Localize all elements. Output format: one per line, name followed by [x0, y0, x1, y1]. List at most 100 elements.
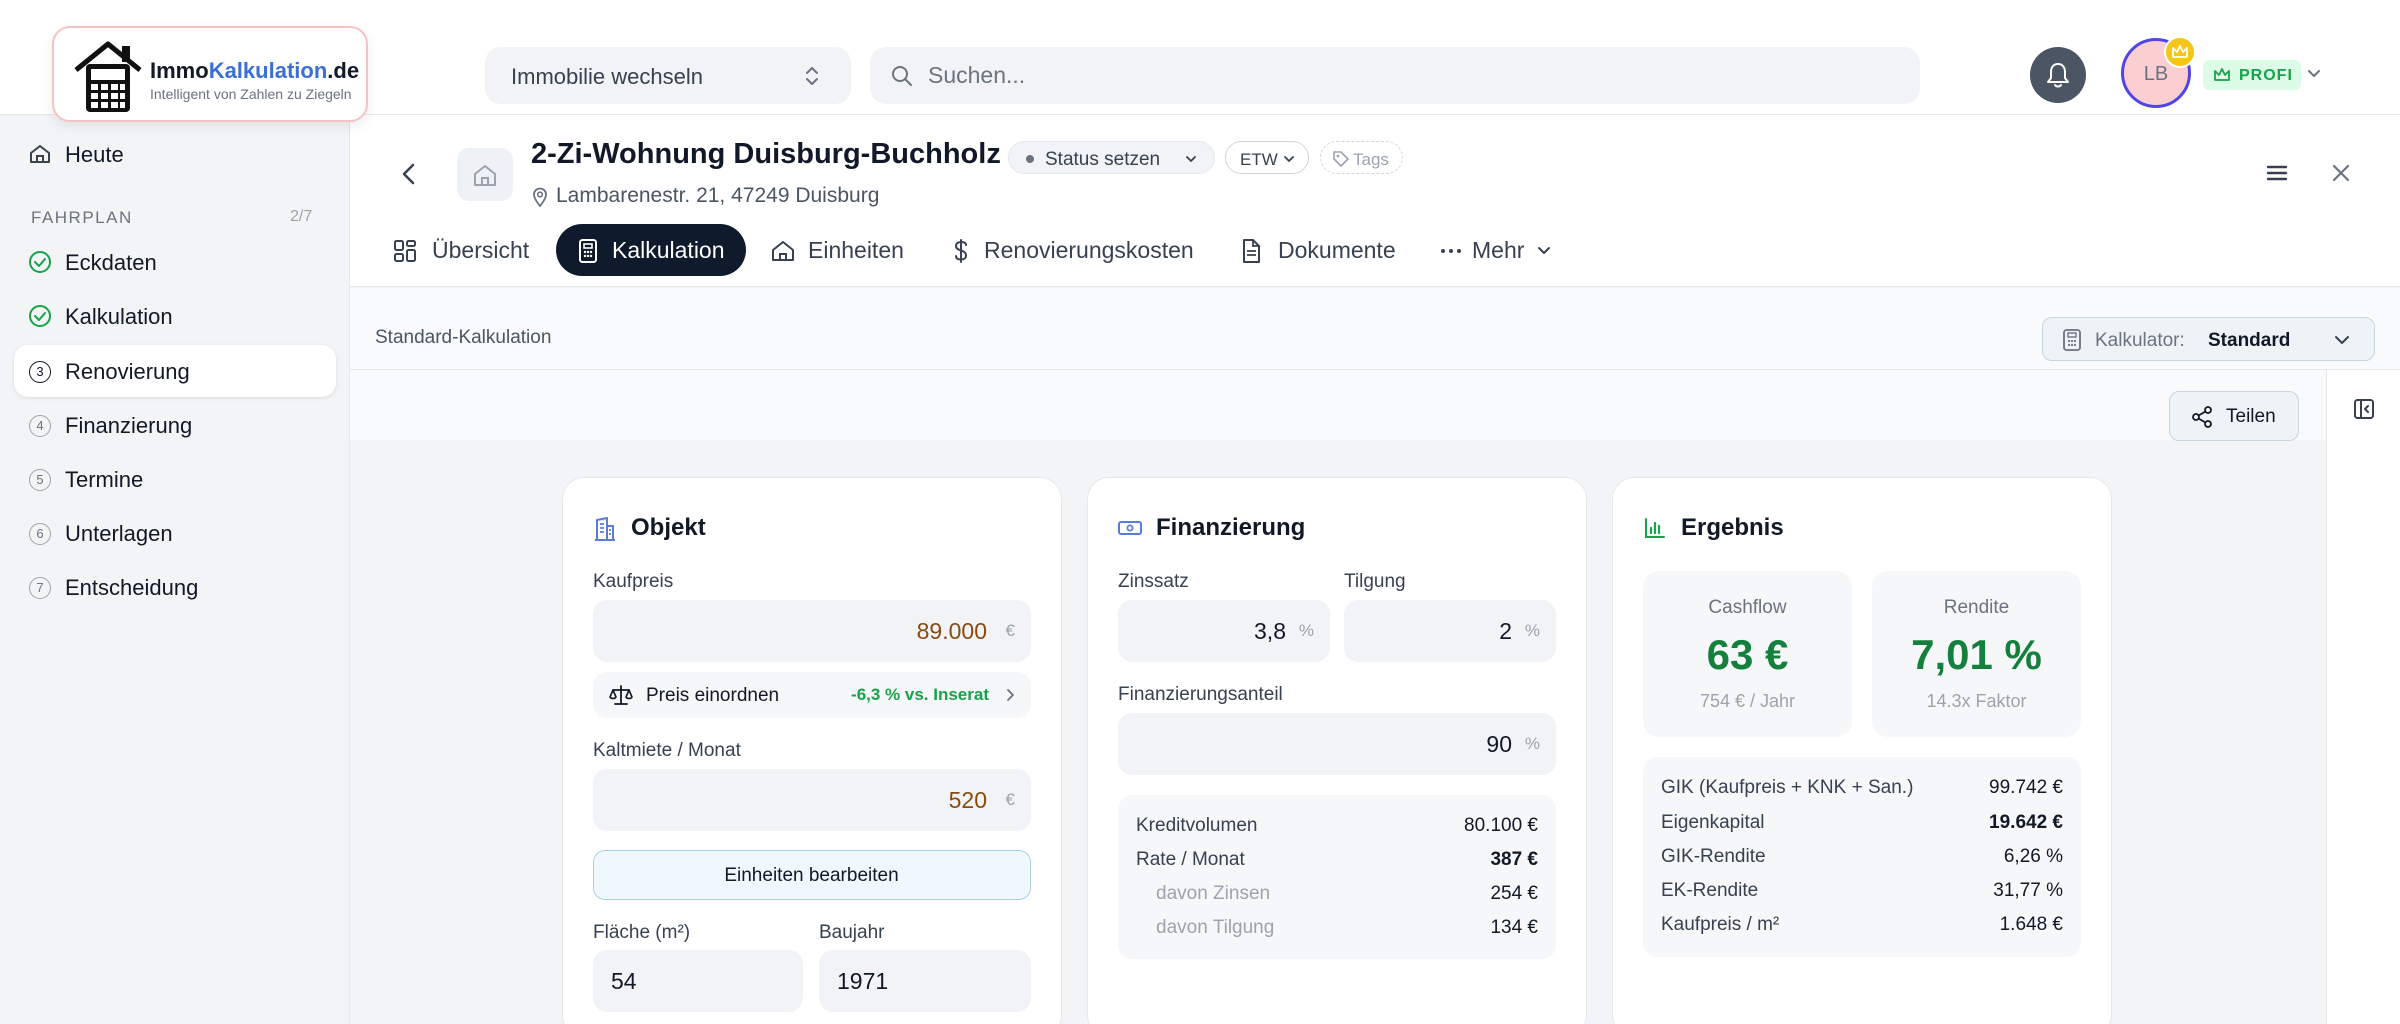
kaltmiete-input[interactable]: 520 €	[593, 769, 1031, 831]
sidebar-item-eckdaten[interactable]: Eckdaten	[14, 236, 336, 288]
sidebar-item-renovierung[interactable]: 3 Renovierung	[14, 345, 336, 397]
kpi-subvalue: 14.3x Faktor	[1926, 691, 2027, 711]
edit-units-button[interactable]: Einheiten bearbeiten	[593, 850, 1031, 900]
summary-label: davon Tilgung	[1156, 917, 1275, 938]
kpi-label: Rendite	[1943, 597, 2010, 618]
summary-label: GIK-Rendite	[1661, 846, 1766, 867]
sidebar-item-label: Renovierung	[65, 359, 190, 384]
search-bar[interactable]	[870, 47, 1920, 104]
scale-icon	[609, 685, 633, 705]
baujahr-label: Baujahr	[819, 922, 885, 943]
app-logo[interactable]: ImmoKalkulation.de Intelligent von Zahle…	[52, 26, 368, 122]
calculator-icon	[579, 239, 597, 263]
tab-label: Einheiten	[808, 237, 904, 263]
tilgung-label: Tilgung	[1344, 571, 1406, 592]
chevron-down-icon	[1186, 156, 1196, 162]
property-type-label: ETW	[1240, 150, 1278, 169]
sidebar-item-today[interactable]: Heute	[14, 128, 336, 180]
ergebnis-card: Ergebnis Cashflow 63 € 754 € / Jahr Rend…	[1612, 477, 2112, 1024]
status-dropdown[interactable]: Status setzen	[1008, 141, 1215, 174]
card-title: Ergebnis	[1681, 514, 1784, 541]
summary-label: Eigenkapital	[1661, 812, 1765, 833]
step-number: 7	[29, 577, 51, 599]
search-input[interactable]	[928, 47, 1888, 104]
banknote-icon	[1118, 521, 1142, 535]
calculator-select-value: Standard	[2208, 330, 2291, 351]
finanzierungsanteil-label: Finanzierungsanteil	[1118, 684, 1283, 705]
share-label: Teilen	[2226, 406, 2276, 427]
hamburger-menu-icon[interactable]	[2262, 158, 2292, 188]
sidebar-item-label: Eckdaten	[65, 250, 157, 275]
kaufpreis-input[interactable]: 89.000 €	[593, 600, 1031, 662]
summary-label: Kaufpreis / m²	[1661, 914, 1780, 935]
summary-value: 19.642 €	[1989, 812, 2063, 833]
tab-kalkulation[interactable]: Kalkulation	[556, 224, 746, 276]
sidebar-item-label: Kalkulation	[65, 304, 173, 329]
logo-wordmark: ImmoKalkulation.de	[150, 58, 360, 83]
chevron-down-icon	[1538, 247, 1550, 254]
plan-badge[interactable]: PROFI	[2203, 60, 2301, 90]
chevron-up-down-icon	[806, 67, 818, 85]
tags-label: Tags	[1353, 150, 1389, 169]
finanzierungsanteil-input[interactable]: 90 %	[1118, 713, 1556, 775]
flaeche-input[interactable]: 54	[593, 950, 803, 1012]
currency-unit: €	[1005, 621, 1015, 640]
currency-unit: €	[1005, 790, 1015, 809]
step-number: 5	[29, 469, 51, 491]
summary-label: davon Zinsen	[1156, 883, 1271, 904]
sidebar-item-unterlagen[interactable]: 6 Unterlagen	[14, 507, 336, 559]
tab-mehr[interactable]: Mehr	[1438, 224, 1558, 276]
finanzierung-card: Finanzierung Zinssatz 3,8 % Tilgung 2 % …	[1087, 477, 1587, 1024]
check-circle-icon	[29, 305, 51, 327]
price-rank-delta: -6,3 % vs. Inserat	[851, 685, 989, 704]
back-arrow-icon[interactable]	[397, 160, 421, 188]
tab-dokumente[interactable]: Dokumente	[1238, 224, 1398, 276]
zinssatz-input[interactable]: 3,8 %	[1118, 600, 1330, 662]
flaeche-value: 54	[611, 968, 637, 994]
sidebar-item-kalkulation[interactable]: Kalkulation	[14, 290, 336, 342]
building-icon	[595, 517, 615, 541]
tilgung-value: 2	[1499, 618, 1512, 644]
sidebar-item-label: Termine	[65, 467, 144, 492]
share-button[interactable]: Teilen	[2169, 391, 2299, 441]
home-icon	[30, 145, 50, 163]
property-type-dropdown[interactable]: ETW	[1225, 141, 1309, 174]
sidebar-section-label: FAHRPLAN	[31, 208, 133, 227]
tags-button[interactable]: Tags	[1320, 141, 1403, 174]
close-icon[interactable]	[2328, 160, 2354, 186]
status-dot	[1026, 155, 1034, 163]
chevron-right-icon	[1007, 689, 1014, 701]
document-icon	[1243, 239, 1260, 263]
card-title: Objekt	[631, 514, 706, 541]
kaltmiete-value: 520	[948, 787, 987, 813]
plan-label: PROFI	[2239, 67, 2293, 84]
property-switcher[interactable]: Immobilie wechseln	[485, 47, 851, 104]
summary-value: 1.648 €	[1999, 914, 2063, 935]
summary-value: 387 €	[1490, 849, 1538, 870]
tab-renovierungskosten[interactable]: Renovierungskosten	[948, 224, 1208, 276]
kpi-label: Cashflow	[1708, 597, 1787, 618]
baujahr-value: 1971	[837, 968, 889, 994]
tab-uebersicht[interactable]: Übersicht	[392, 224, 542, 276]
tilgung-input[interactable]: 2 %	[1344, 600, 1556, 662]
calculator-select[interactable]: Kalkulator: Standard	[2042, 317, 2375, 361]
right-panel-rail	[2326, 370, 2400, 1024]
tab-einheiten[interactable]: Einheiten	[770, 224, 910, 276]
result-summary: GIK (Kaufpreis + KNK + San.) 99.742 € Ei…	[1643, 757, 2081, 957]
finanzierungsanteil-value: 90	[1486, 731, 1512, 757]
price-rank-button[interactable]: Preis einordnen -6,3 % vs. Inserat	[593, 672, 1031, 718]
baujahr-input[interactable]: 1971	[819, 950, 1031, 1012]
sidebar-item-termine[interactable]: 5 Termine	[14, 453, 336, 505]
sidebar-item-entscheidung[interactable]: 7 Entscheidung	[14, 561, 336, 613]
step-number: 6	[29, 523, 51, 545]
sidebar-item-finanzierung[interactable]: 4 Finanzierung	[14, 399, 336, 451]
more-dots-icon	[1441, 249, 1461, 253]
panel-toggle-icon[interactable]	[2352, 397, 2376, 421]
notifications-button[interactable]	[2030, 47, 2086, 103]
kpi-subvalue: 754 € / Jahr	[1699, 691, 1796, 711]
status-label: Status setzen	[1045, 149, 1161, 170]
chevron-down-icon[interactable]	[2306, 65, 2322, 81]
grid-icon	[394, 240, 416, 262]
step-number: 3	[29, 361, 51, 383]
calculator-icon	[2063, 329, 2081, 351]
